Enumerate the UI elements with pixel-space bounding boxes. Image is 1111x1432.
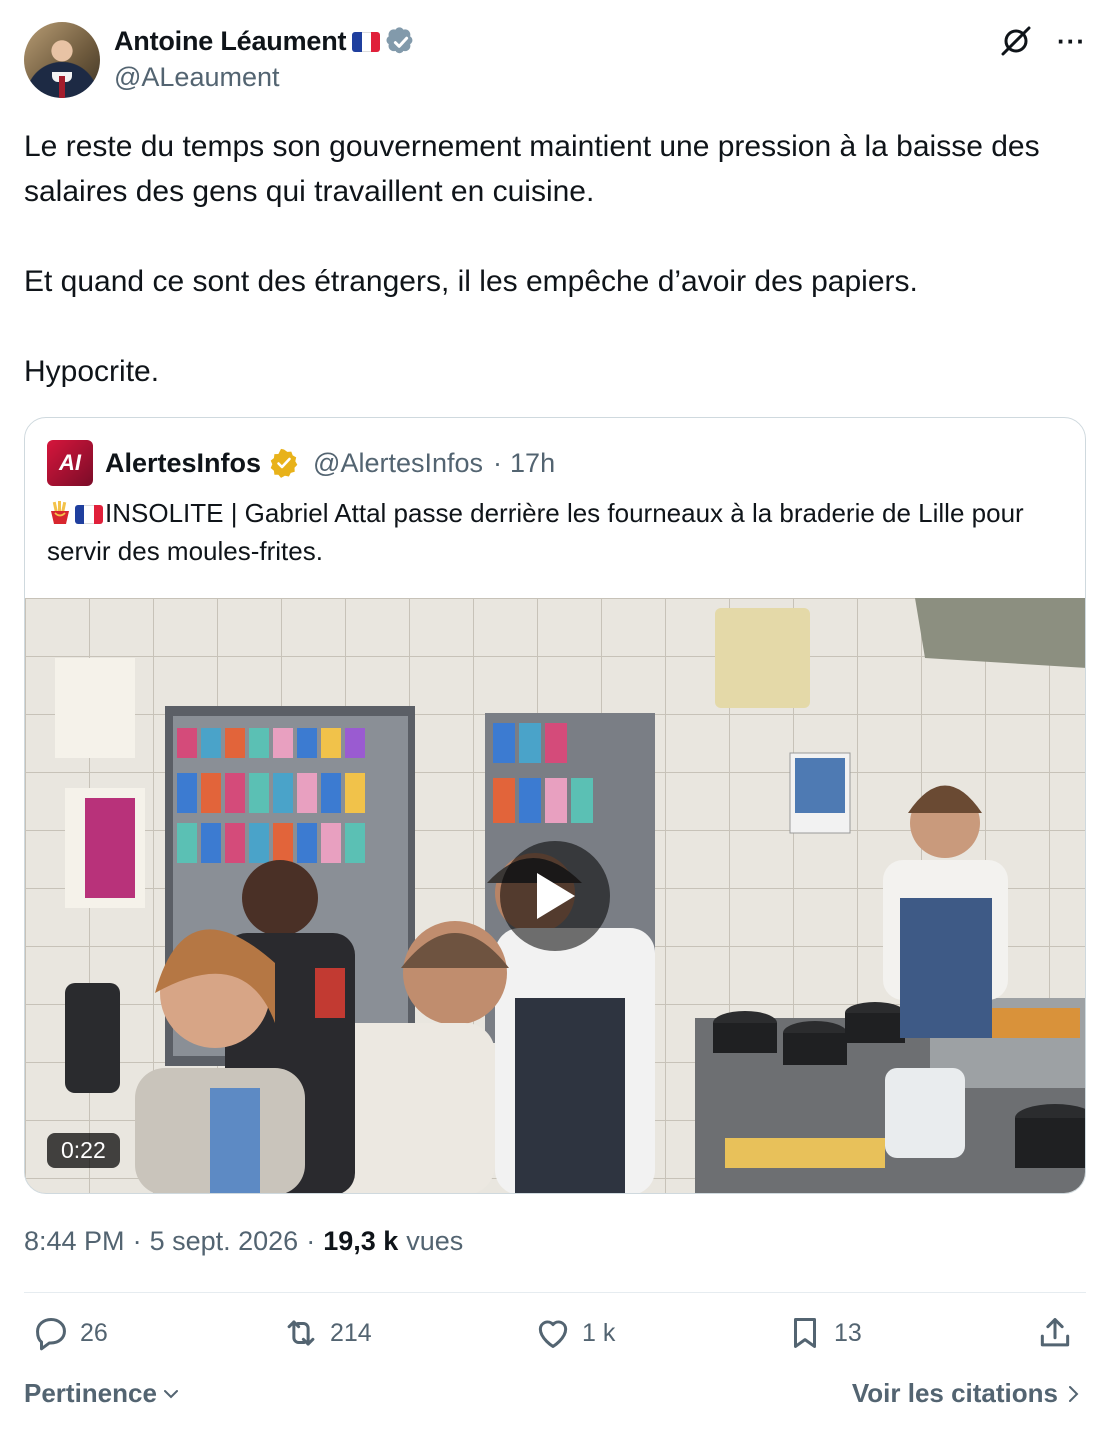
- repost-button[interactable]: 214: [282, 1314, 372, 1352]
- views-count: 19,3 k: [323, 1226, 399, 1256]
- action-bar: 26 214 1 k 13: [24, 1314, 1086, 1364]
- meta-separator: ·: [132, 1226, 142, 1256]
- share-button[interactable]: [1036, 1314, 1074, 1352]
- quoted-handle[interactable]: @AlertesInfos: [313, 448, 483, 479]
- more-options-icon[interactable]: ···: [1057, 26, 1086, 57]
- tweet-text: Le reste du temps son gouvernement maint…: [24, 124, 1086, 394]
- view-quotes-label: Voir les citations: [851, 1378, 1058, 1408]
- share-icon: [1040, 1318, 1070, 1347]
- chevron-down-icon: [163, 1389, 178, 1398]
- top-actions: ···: [999, 24, 1086, 58]
- author-handle[interactable]: @ALeaument: [114, 62, 280, 93]
- author-name-row: Antoine Léaument: [114, 26, 416, 57]
- meta-separator: ·: [306, 1226, 316, 1256]
- repost-icon: [287, 1320, 315, 1346]
- tweet-date[interactable]: 5 sept. 2026: [150, 1226, 299, 1257]
- like-count: 1 k: [582, 1318, 616, 1347]
- quoted-time[interactable]: 17h: [510, 448, 555, 479]
- verified-badge-icon: [386, 26, 413, 53]
- reply-button[interactable]: 26: [32, 1314, 108, 1352]
- video-player[interactable]: 0:22: [25, 598, 1085, 1193]
- france-flag-icon: [352, 31, 381, 52]
- divider: [24, 1292, 1086, 1293]
- like-button[interactable]: 1 k: [534, 1314, 615, 1352]
- reply-count: 26: [80, 1318, 108, 1347]
- quoted-separator: ·: [493, 447, 503, 478]
- views-label: vues: [406, 1226, 464, 1256]
- france-flag-icon: [75, 505, 103, 524]
- tweet-paragraph: Et quand ce sont des étrangers, il les e…: [24, 265, 918, 298]
- gold-verified-badge-icon: [270, 448, 298, 478]
- quoted-display-name[interactable]: AlertesInfos: [105, 448, 261, 479]
- tweet-paragraph: Le reste du temps son gouvernement maint…: [24, 130, 1040, 208]
- play-button[interactable]: [500, 841, 610, 951]
- fries-emoji-icon: [51, 501, 69, 524]
- repost-count: 214: [330, 1318, 372, 1347]
- avatar-tie: [59, 76, 65, 98]
- quoted-avatar[interactable]: AI: [47, 440, 93, 486]
- quoted-text: INSOLITE | Gabriel Attal passe derrière …: [47, 494, 1067, 570]
- quoted-text-body: INSOLITE | Gabriel Attal passe derrière …: [47, 498, 1024, 566]
- sort-label: Pertinence: [24, 1378, 157, 1408]
- reply-icon: [36, 1318, 66, 1351]
- author-display-name[interactable]: Antoine Léaument: [114, 26, 347, 57]
- bookmark-icon: [793, 1318, 817, 1348]
- tweet-time[interactable]: 8:44 PM: [24, 1226, 125, 1257]
- tweet-paragraph: Hypocrite.: [24, 355, 160, 388]
- video-duration: 0:22: [47, 1133, 120, 1168]
- reply-footer: Pertinence Voir les citations: [24, 1378, 1086, 1418]
- view-quotes-link[interactable]: Voir les citations: [852, 1378, 1082, 1409]
- play-icon: [537, 873, 575, 919]
- sort-dropdown[interactable]: Pertinence: [24, 1378, 181, 1409]
- quoted-tweet[interactable]: AI AlertesInfos @AlertesInfos · 17h INSO…: [24, 417, 1086, 1194]
- bookmark-count: 13: [834, 1318, 862, 1347]
- author-avatar[interactable]: [24, 22, 100, 98]
- tweet-header: Antoine Léaument @ALeaument ···: [24, 22, 1086, 100]
- chevron-right-icon: [1069, 1385, 1079, 1402]
- heart-icon: [538, 1320, 568, 1348]
- quoted-header: AI AlertesInfos @AlertesInfos · 17h: [47, 440, 555, 486]
- grok-icon[interactable]: [999, 24, 1033, 58]
- bookmark-button[interactable]: 13: [786, 1314, 862, 1352]
- tweet-meta: 8:44 PM · 5 sept. 2026 · 19,3 k vues: [24, 1226, 463, 1257]
